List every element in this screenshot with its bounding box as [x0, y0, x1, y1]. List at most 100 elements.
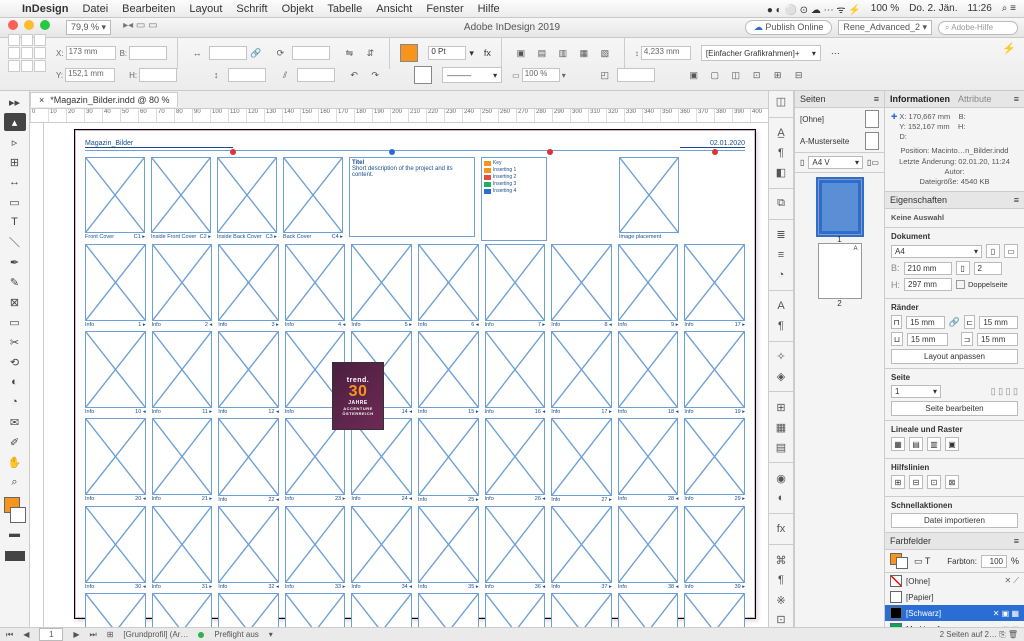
menu-hilfe[interactable]: Hilfe: [478, 3, 500, 15]
page-thumb-cell[interactable]: Info40 ◂: [85, 593, 146, 627]
master-a-row[interactable]: A-Musterseite: [795, 130, 884, 152]
menubar-time[interactable]: 11:26: [967, 3, 991, 14]
text-wrap-icon[interactable]: ¶: [772, 573, 790, 587]
gap-tool-icon[interactable]: ↔: [4, 173, 26, 191]
rotate-icon[interactable]: ⟳: [271, 44, 289, 62]
page-thumb-cell[interactable]: Info47 ▸: [551, 593, 612, 627]
menu-tabelle[interactable]: Tabelle: [327, 3, 362, 15]
page-thumb-cell[interactable]: Inside Back CoverC3 ▸: [217, 157, 277, 241]
flip-v-icon[interactable]: ⇵: [361, 44, 379, 62]
page-format-select[interactable]: A4 V▾: [808, 156, 863, 169]
page-thumb-cell[interactable]: Info44 ◂: [351, 593, 412, 627]
page-thumb-cell[interactable]: Info11 ▸: [152, 331, 213, 415]
page-tool-icon[interactable]: ⊞: [4, 153, 26, 171]
page-thumb-cell[interactable]: Inside Front CoverC2 ▸: [151, 157, 211, 241]
view-mode-icons[interactable]: ▸◂ ▭ ▭: [123, 20, 158, 35]
stroke-swatch[interactable]: [414, 66, 432, 84]
page-thumb-cell[interactable]: Info42 ◂: [218, 593, 279, 627]
char-styles-icon[interactable]: A̲: [772, 126, 790, 140]
page-thumb-cell[interactable]: Info34 ◂: [351, 506, 412, 590]
page-thumb-cell[interactable]: Info41 ▸: [152, 593, 213, 627]
page-thumb-cell[interactable]: Info3 ▸: [218, 244, 279, 328]
page-thumb-cell[interactable]: Info5 ▸: [351, 244, 412, 328]
panel-menu-icon[interactable]: ≡: [1014, 536, 1019, 546]
document-tab[interactable]: × *Magazin_Bilder.indd @ 80 %: [30, 92, 178, 107]
page-thumb-cell[interactable]: Info27 ▸: [551, 418, 612, 502]
page-thumb-cell[interactable]: Info31 ▸: [152, 506, 213, 590]
tool-swatches[interactable]: [4, 497, 26, 523]
page-thumb-cell[interactable]: Info39 ▸: [684, 506, 745, 590]
page-thumb-cell[interactable]: Info26 ◂: [485, 418, 546, 502]
guide-marker-icon[interactable]: [389, 149, 395, 155]
page-thumb-cell[interactable]: Info43 ▸: [285, 593, 346, 627]
first-page-icon[interactable]: ⏮: [6, 630, 13, 640]
page-thumb-cell[interactable]: Front CoverC1 ▸: [85, 157, 145, 241]
gradient-icon[interactable]: ◐: [772, 491, 790, 505]
fit-6-icon[interactable]: ⊟: [790, 66, 808, 84]
gradient-feather-icon[interactable]: ◔: [4, 393, 26, 411]
page-thumb-cell[interactable]: Info16 ◂: [485, 331, 546, 415]
page-thumb-cell[interactable]: Info23 ▸: [285, 418, 346, 502]
page-thumb-cell[interactable]: Info21 ▸: [152, 418, 213, 502]
fit-2-icon[interactable]: ▢: [706, 66, 724, 84]
page-thumb-cell[interactable]: Info33 ▸: [285, 506, 346, 590]
screen-mode-icon[interactable]: [5, 551, 25, 561]
selection-tool-icon[interactable]: ▴: [4, 113, 26, 131]
page-thumb-cell[interactable]: Info20 ◂: [85, 418, 146, 502]
gap-input[interactable]: 4,233 mm: [641, 46, 691, 60]
page-thumb-cell[interactable]: Info35 ▸: [418, 506, 479, 590]
swatch-row[interactable]: [Papier]: [885, 589, 1024, 605]
object-styles-icon[interactable]: ◧: [772, 166, 790, 180]
guide-marker-icon[interactable]: [547, 149, 553, 155]
sb-right[interactable]: 2 Seiten auf 2… ⎘ 🗑: [940, 630, 1018, 640]
page-thumb-cell[interactable]: Info1 ▸: [85, 244, 146, 328]
last-page-icon[interactable]: ⏭: [90, 630, 97, 640]
facing-pages-checkbox[interactable]: Doppelseite: [956, 280, 1008, 289]
customize-control-icon[interactable]: ⚡: [1002, 42, 1016, 55]
menubar-search-icon[interactable]: ⌕ ≡: [1002, 3, 1016, 14]
tint-input[interactable]: 100: [981, 555, 1007, 568]
page-thumb-cell[interactable]: Info29 ▸: [684, 418, 745, 502]
page-thumb-2[interactable]: A2: [818, 243, 862, 299]
swatches-tab[interactable]: Farbfelder: [890, 536, 931, 546]
rect-tool-icon[interactable]: ▭: [4, 313, 26, 331]
grid-4-icon[interactable]: ▣: [945, 437, 959, 451]
shear-icon[interactable]: ⫽: [276, 66, 294, 84]
wrap-1-icon[interactable]: ▣: [512, 44, 530, 62]
layers-icon[interactable]: ≣: [772, 228, 790, 242]
corner-icon[interactable]: ◰: [596, 66, 614, 84]
zoom-tool-icon[interactable]: ⌕: [4, 473, 26, 491]
pen-tool-icon[interactable]: ✒: [4, 253, 26, 271]
close-window-icon[interactable]: [8, 20, 18, 30]
page-thumb-cell[interactable]: Info46 ◂: [485, 593, 546, 627]
menu-layout[interactable]: Layout: [189, 3, 222, 15]
rot90l-icon[interactable]: ↶: [345, 66, 363, 84]
scale-x-input[interactable]: [209, 46, 247, 60]
type-tool-icon[interactable]: T: [4, 213, 26, 231]
sb-profile[interactable]: [Grundprofil] (Ar…: [123, 630, 188, 639]
grid-2-icon[interactable]: ▤: [909, 437, 923, 451]
panel-menu-icon[interactable]: ≡: [1014, 195, 1019, 205]
info-tab[interactable]: Informationen: [890, 94, 950, 104]
fx-icon-strip[interactable]: fx: [772, 522, 790, 536]
margin-left-input[interactable]: 15 mm: [979, 316, 1018, 329]
view-zoom-select[interactable]: 79,9 % ▾: [66, 20, 111, 35]
margin-right-input[interactable]: 15 mm: [977, 333, 1018, 346]
stroke-weight-input[interactable]: 0 Pt: [428, 46, 466, 60]
page-thumb-cell[interactable]: Info32 ◂: [218, 506, 279, 590]
page-nav-input[interactable]: 1: [39, 628, 63, 641]
page-spread[interactable]: Magazin_Bilder 02.01.2020 Front CoverC1 …: [74, 129, 756, 619]
swatch-row[interactable]: [Ohne]✕ ⟋: [885, 573, 1024, 589]
page-thumb-cell[interactable]: Info9 ▸: [618, 244, 679, 328]
transform-tool-icon[interactable]: ⟲: [4, 353, 26, 371]
story-icon[interactable]: ◈: [772, 369, 790, 383]
page-thumb-1[interactable]: 1: [818, 179, 862, 235]
page-thumb-cell[interactable]: Info45 ▸: [418, 593, 479, 627]
scripts-icon[interactable]: ⌘: [772, 553, 790, 567]
guide-4-icon[interactable]: ⊠: [945, 475, 959, 489]
page-thumb-cell[interactable]: Info25 ▸: [418, 418, 479, 502]
page-thumb-cell[interactable]: Info24 ◂: [351, 418, 412, 502]
para-panel-icon[interactable]: ¶: [772, 319, 790, 333]
object-style-select[interactable]: [Einfacher Grafikrahmen]+▾: [701, 45, 821, 61]
page-thumb-cell[interactable]: Info49 ▸: [684, 593, 745, 627]
